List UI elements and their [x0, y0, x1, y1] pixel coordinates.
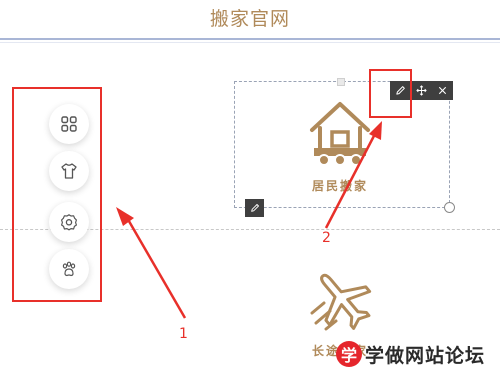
close-icon [438, 86, 447, 95]
tshirt-icon [61, 163, 77, 179]
floating-icon-panel [12, 87, 102, 302]
callout-2: 2 [322, 230, 331, 246]
widget-resize-handle[interactable] [444, 202, 455, 213]
grid-icon [61, 116, 77, 132]
paw-icon [62, 261, 76, 277]
widget-top-handle[interactable] [337, 78, 345, 86]
pencil-icon [250, 204, 259, 212]
callout-1: 1 [179, 326, 188, 342]
watermark: 学 学做网站论坛 [336, 340, 485, 368]
panel-button-clothing[interactable] [49, 151, 89, 191]
watermark-text: 学做网站论坛 [365, 344, 486, 367]
gear-icon [61, 214, 77, 231]
close-button[interactable] [432, 81, 453, 100]
arrow-1 [124, 215, 187, 319]
widget-edit-button[interactable] [245, 199, 264, 217]
panel-button-settings[interactable] [49, 202, 89, 242]
logo-text: 居民搬家 [311, 179, 368, 193]
move-button[interactable] [411, 81, 432, 100]
panel-button-grid[interactable] [49, 104, 89, 144]
airplane-logo [310, 273, 372, 331]
arrow-1-head [116, 207, 134, 226]
header-divider [0, 38, 500, 40]
page-title: 搬家官网 [209, 8, 290, 30]
toolbar-highlight-box [369, 69, 412, 118]
panel-button-pets[interactable] [49, 249, 89, 289]
watermark-badge: 学 [336, 341, 362, 367]
header-divider-secondary [0, 42, 500, 43]
move-icon [416, 85, 427, 96]
house-truck-logo [310, 102, 370, 166]
